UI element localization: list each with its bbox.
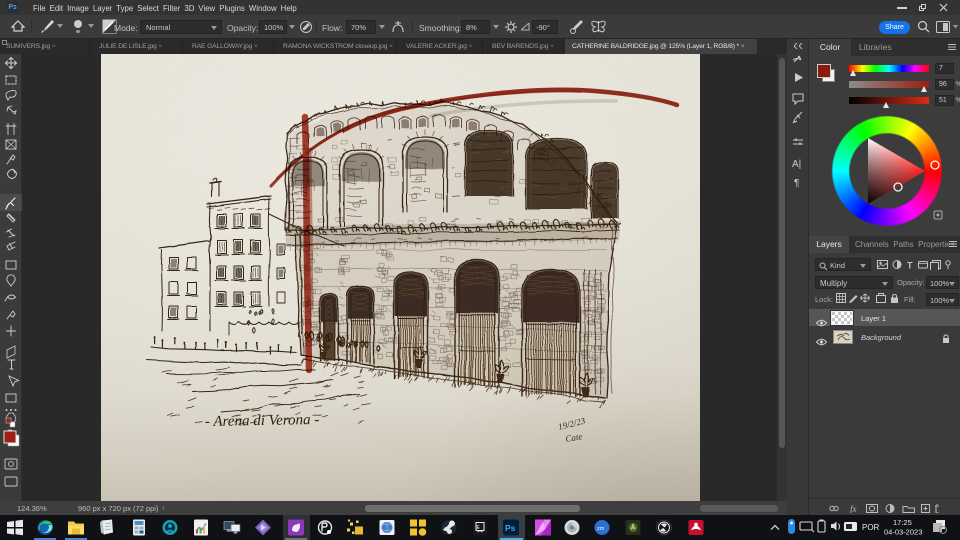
svg-text:T: T — [907, 261, 913, 271]
svg-text:¶: ¶ — [794, 178, 799, 189]
svg-text:zm: zm — [597, 526, 605, 532]
svg-text:- Arena di Verona -: - Arena di Verona - — [205, 412, 320, 430]
svg-text:POR: POR — [862, 523, 880, 532]
svg-text:fx: fx — [850, 504, 857, 513]
svg-text:A|: A| — [792, 159, 801, 170]
svg-text:17:25: 17:25 — [893, 518, 912, 527]
svg-text:04-03-2023: 04-03-2023 — [884, 528, 922, 537]
svg-text:Ps: Ps — [505, 523, 516, 533]
